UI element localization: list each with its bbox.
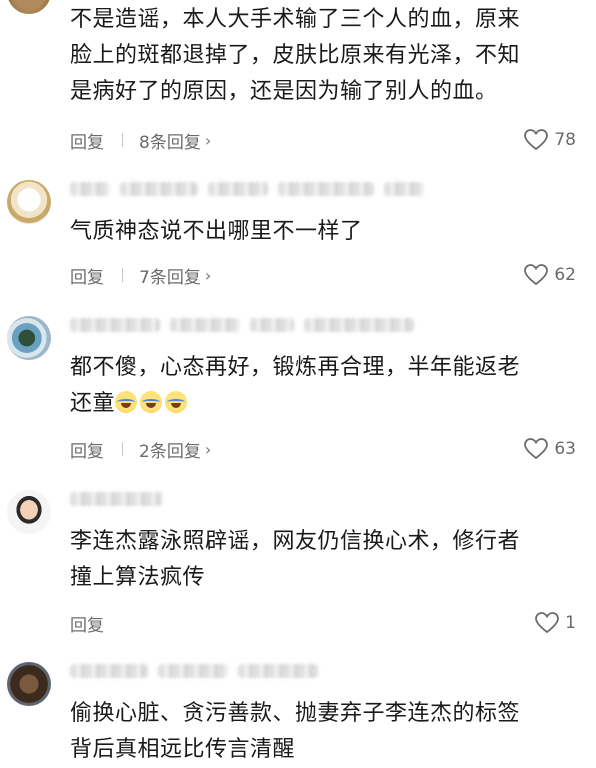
- like-count: 63: [554, 439, 576, 459]
- view-replies-button[interactable]: 2条回复 ›: [139, 437, 211, 462]
- reply-button[interactable]: 回复: [70, 263, 104, 288]
- avatar[interactable]: [7, 662, 51, 706]
- avatar[interactable]: [7, 180, 51, 224]
- username-redacted: [70, 664, 318, 680]
- comment-text: 都不傻，心态再好，锻炼再合理，半年能返老 还童: [70, 350, 580, 422]
- heart-icon: [524, 438, 549, 460]
- comment-line-text: 还童: [70, 391, 116, 416]
- divider: [122, 268, 123, 282]
- divider: [122, 442, 123, 456]
- comment-line: 李连杰露泳照辟谣，网友仍信换心术，修行者: [70, 529, 521, 554]
- view-replies-button[interactable]: 7条回复 ›: [139, 263, 211, 288]
- like-button[interactable]: 62: [524, 264, 576, 286]
- comment-actions: 回复 7条回复 › 62: [70, 262, 586, 288]
- comment-line: 脸上的斑都退掉了，皮肤比原来有光泽，不知: [70, 43, 521, 68]
- username-redacted: [70, 182, 424, 198]
- like-count: 78: [554, 130, 576, 150]
- like-button[interactable]: 1: [535, 612, 576, 634]
- comment-line: 气质神态说不出哪里不一样了: [70, 219, 363, 244]
- comment-line: 撞上算法疯传: [70, 565, 206, 590]
- avatar[interactable]: [7, 0, 51, 14]
- laughing-tears-emoji-icon: [165, 391, 188, 413]
- like-count: 1: [565, 613, 576, 633]
- comment-line: 偷换心脏、贪污善款、抛妻弃子李连杰的标签: [70, 701, 521, 726]
- reply-button[interactable]: 回复: [70, 437, 104, 462]
- replies-count-label: 2条回复: [139, 441, 201, 462]
- laughing-tears-emoji-icon: [115, 391, 138, 413]
- chevron-right-icon: ›: [204, 130, 212, 150]
- comment-text: 李连杰露泳照辟谣，网友仍信换心术，修行者 撞上算法疯传: [70, 524, 580, 596]
- comment-line: 不是造谣，本人大手术输了三个人的血，原来: [70, 7, 521, 32]
- comment-text: 气质神态说不出哪里不一样了: [70, 214, 580, 250]
- replies-count-label: 8条回复: [139, 132, 201, 153]
- username-redacted: [70, 492, 162, 508]
- heart-icon: [524, 264, 549, 286]
- divider: [122, 133, 123, 147]
- username-redacted: [70, 318, 414, 334]
- comment-line: 是病好了的原因，还是因为输了别人的血。: [70, 79, 498, 104]
- view-replies-button[interactable]: 8条回复 ›: [139, 128, 211, 153]
- comment-text: 偷换心脏、贪污善款、抛妻弃子李连杰的标签 背后真相远比传言清醒: [70, 696, 580, 768]
- comment-actions: 回复 1: [70, 610, 586, 636]
- comment-text: 不是造谣，本人大手术输了三个人的血，原来 脸上的斑都退掉了，皮肤比原来有光泽，不…: [70, 2, 580, 110]
- comment-actions: 回复 8条回复 › 78: [70, 127, 586, 153]
- reply-button[interactable]: 回复: [70, 611, 104, 636]
- avatar[interactable]: [7, 490, 51, 534]
- replies-count-label: 7条回复: [139, 267, 201, 288]
- like-button[interactable]: 78: [524, 129, 576, 151]
- avatar[interactable]: [7, 316, 51, 360]
- like-count: 62: [554, 265, 576, 285]
- comment-line: 背后真相远比传言清醒: [70, 737, 296, 762]
- heart-icon: [524, 129, 549, 151]
- like-button[interactable]: 63: [524, 438, 576, 460]
- chevron-right-icon: ›: [204, 439, 212, 459]
- comment-line: 都不傻，心态再好，锻炼再合理，半年能返老: [70, 355, 521, 380]
- reply-button[interactable]: 回复: [70, 128, 104, 153]
- comment-line: 还童: [70, 386, 580, 422]
- heart-icon: [535, 612, 560, 634]
- laughing-tears-emoji-icon: [140, 391, 163, 413]
- chevron-right-icon: ›: [204, 265, 212, 285]
- comment-actions: 回复 2条回复 › 63: [70, 436, 586, 462]
